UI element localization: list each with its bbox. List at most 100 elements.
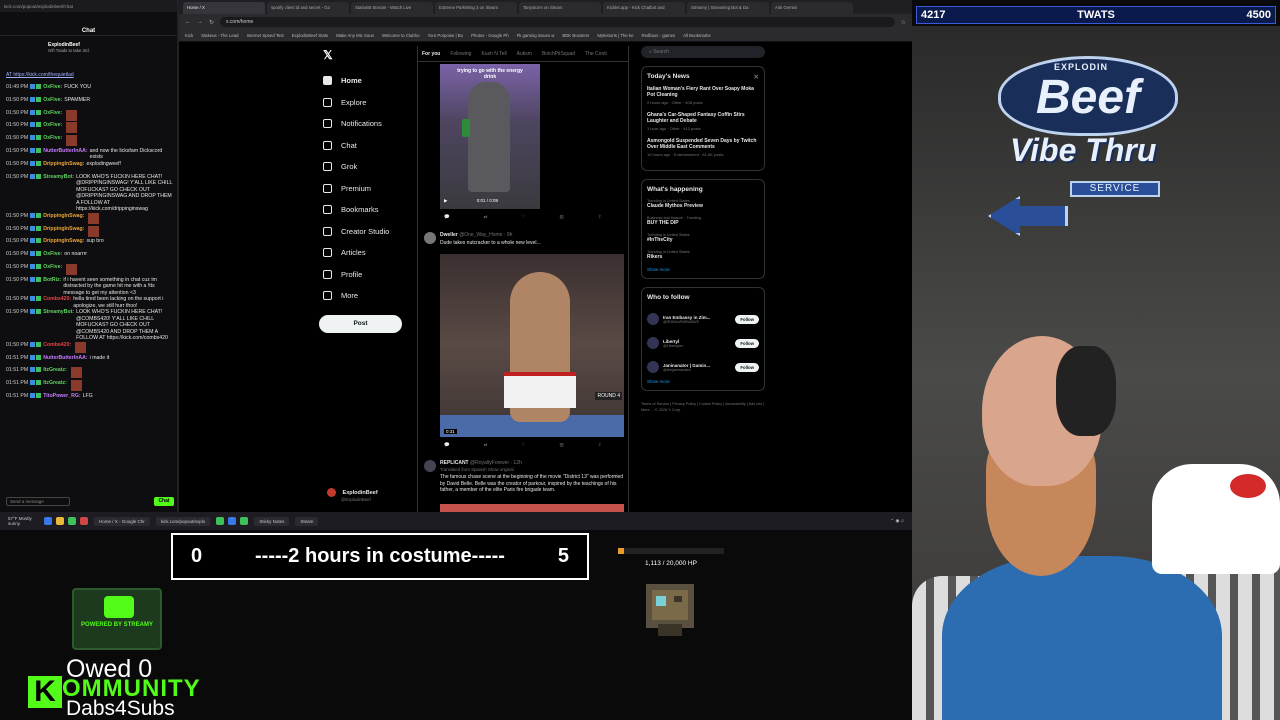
chat-username[interactable]: OxFive: (43, 110, 62, 117)
bookmark-item[interactable]: Make Any Mic Soun (336, 33, 374, 38)
obs-icon[interactable] (240, 517, 249, 525)
browser-tab[interactable]: Home / X (183, 2, 265, 14)
show-more-link[interactable]: Show more (647, 379, 759, 384)
bookmark-item[interactable]: Photos - Google Ph (471, 33, 509, 38)
nav-item-grok[interactable]: Grok (319, 156, 419, 178)
x-logo-icon[interactable]: 𝕏 (323, 48, 419, 62)
news-item[interactable]: Asmongold Suspended Seven Days by Twitch… (647, 138, 759, 157)
browser-tab[interactable]: StationB Stream - Watch Live (351, 2, 433, 14)
start-icon[interactable] (44, 517, 52, 525)
nav-item-premium[interactable]: Premium (319, 178, 419, 200)
timeline-tab[interactable]: Following (450, 51, 471, 61)
close-icon[interactable]: ✕ (754, 73, 759, 81)
views-icon[interactable]: ▥ (559, 442, 563, 448)
browser-tab[interactable]: spotify client id and secret - Go (267, 2, 349, 14)
chat-username[interactable]: NutterButterInAA: (43, 355, 87, 362)
nav-item-more[interactable]: More (319, 285, 419, 307)
reply-icon[interactable]: 💬 (444, 442, 450, 448)
post-button[interactable]: Post (319, 314, 402, 333)
chat-username[interactable]: NutterButterInAA: (43, 148, 87, 155)
follow-suggestion[interactable]: Janinanator | Gamin... @thejaninanator Fol… (647, 355, 759, 379)
follow-button[interactable]: Follow (735, 314, 759, 324)
nav-item-notifications[interactable]: Notifications (319, 113, 419, 135)
bookmark-item[interactable]: Welcome to Clubho (382, 33, 419, 38)
url-field[interactable]: x.com/home (220, 17, 895, 27)
avatar[interactable] (647, 361, 659, 373)
follow-suggestion[interactable]: Libertyl @Libertylen Follow (647, 331, 759, 355)
chat-username[interactable]: OxFive: (43, 122, 62, 129)
news-item[interactable]: Ghana's Car-Shaped Fantasy Coffin Stirs … (647, 112, 759, 131)
chat-message-input[interactable]: Send a message (6, 497, 70, 506)
chat-username[interactable]: BotRiz: (43, 277, 61, 284)
bookmark-item[interactable]: All Bookmarks (683, 33, 710, 38)
timeline-tab[interactable]: Autism (517, 51, 532, 61)
timeline-tab[interactable]: For you (422, 51, 440, 61)
tweet-author[interactable]: Dweller (440, 232, 458, 238)
system-tray[interactable]: ⌃ ◉ ♫ (890, 518, 904, 524)
bookmark-item[interactable]: Internet Speed Test (247, 33, 284, 38)
chat-username[interactable]: DrippingInSwag: (43, 226, 84, 233)
views-icon[interactable]: ▥ (559, 214, 563, 220)
spotify-icon[interactable] (216, 517, 225, 525)
chat-username[interactable]: ItzGreatz: (43, 367, 67, 374)
trend-item[interactable]: Trending in United States #InTheCity (647, 233, 759, 243)
avatar[interactable] (424, 460, 436, 472)
chat-username[interactable]: DrippingInSwag: (43, 238, 84, 245)
tweet-media-3[interactable] (440, 504, 624, 512)
bookmark-item[interactable]: Your Porpoise | Bo (427, 33, 463, 38)
browser-tab[interactable]: Extreme ParkWing 3 on Steam (435, 2, 517, 14)
chat-send-button[interactable]: Chat (154, 497, 174, 506)
nav-item-profile[interactable]: Profile (319, 264, 419, 286)
browser-tab[interactable]: Tanystorm on Steam (519, 2, 601, 14)
timeline-tab[interactable]: BotchPitSquad (542, 51, 575, 61)
show-more-link[interactable]: Show more (647, 267, 759, 272)
tweet-video-1[interactable]: trying to go with the energy drink (440, 64, 540, 209)
browser-tab[interactable]: Kicklet.app - Kick Chatbot and (603, 2, 685, 14)
taskbar-item[interactable]: Home / X - Google Chr (94, 516, 150, 526)
xbox-icon[interactable] (68, 517, 76, 525)
follow-button[interactable]: Follow (735, 362, 759, 372)
chat-username[interactable]: OxFive: (43, 97, 62, 104)
bookmark-item[interactable]: ExplodinBeef Stats (292, 33, 328, 38)
star-icon[interactable]: ☆ (901, 19, 906, 26)
file-explorer-icon[interactable] (56, 517, 64, 525)
nav-item-explore[interactable]: Explore (319, 92, 419, 114)
trend-item[interactable]: Trending in United States Claude Mythos P… (647, 199, 759, 209)
nav-item-articles[interactable]: Articles (319, 242, 419, 264)
forward-icon[interactable]: → (197, 19, 203, 25)
nav-item-creator-studio[interactable]: Creator Studio (319, 221, 419, 243)
timeline-tab[interactable]: Kush N Tell (481, 51, 506, 61)
retweet-icon[interactable]: ⇄ (484, 214, 488, 220)
avatar[interactable] (424, 232, 436, 244)
tweet-author[interactable]: REPLICANT (440, 460, 469, 466)
avatar[interactable] (647, 313, 659, 325)
chat-username[interactable]: Combs420: (43, 342, 71, 349)
chat-pinned-link[interactable]: AT https://kick.com/thequietlad (6, 72, 74, 78)
play-icon[interactable]: ▶ (444, 198, 447, 203)
reload-icon[interactable]: ↻ (209, 19, 214, 26)
chat-username[interactable]: OxFive: (43, 251, 62, 258)
taskbar-item[interactable]: Steam (295, 516, 319, 526)
bookmark-item[interactable]: Fk gaming issues w (517, 33, 555, 38)
nav-item-bookmarks[interactable]: Bookmarks (319, 199, 419, 221)
account-switcher[interactable]: ExplodinBeef @ExplodinBeef (327, 488, 378, 502)
chat-username[interactable]: DrippingInSwag: (43, 161, 84, 168)
search-input[interactable]: ⌕ Search (641, 46, 765, 58)
retweet-icon[interactable]: ⇄ (484, 442, 488, 448)
share-icon[interactable]: ⇪ (598, 214, 602, 220)
bookmark-item[interactable]: Kick (185, 33, 193, 38)
chat-username[interactable]: OxFive: (43, 135, 62, 142)
share-icon[interactable]: ⇪ (598, 442, 602, 448)
tweet-video-2[interactable]: ROUND 4 0:31 (440, 254, 624, 437)
chat-username[interactable]: StreamyBot: (43, 309, 74, 316)
chat-username[interactable]: DrippingInSwag: (43, 213, 84, 220)
browser-tab[interactable]: Streamy | Streaming Bot & Da (687, 2, 769, 14)
bookmark-item[interactable]: BDK Boosters (562, 33, 589, 38)
timeline-tab[interactable]: The Conti (585, 51, 607, 61)
reply-icon[interactable]: 💬 (444, 214, 450, 220)
bookmark-item[interactable]: Redboxs - games (641, 33, 675, 38)
avatar[interactable] (647, 337, 659, 349)
taskbar-item[interactable]: Sticky Notes (254, 516, 290, 526)
bookmark-item[interactable]: Mylestorts | The ke (597, 33, 633, 38)
news-item[interactable]: Italian Woman's Fiery Rant Over Soapy Mo… (647, 86, 759, 105)
